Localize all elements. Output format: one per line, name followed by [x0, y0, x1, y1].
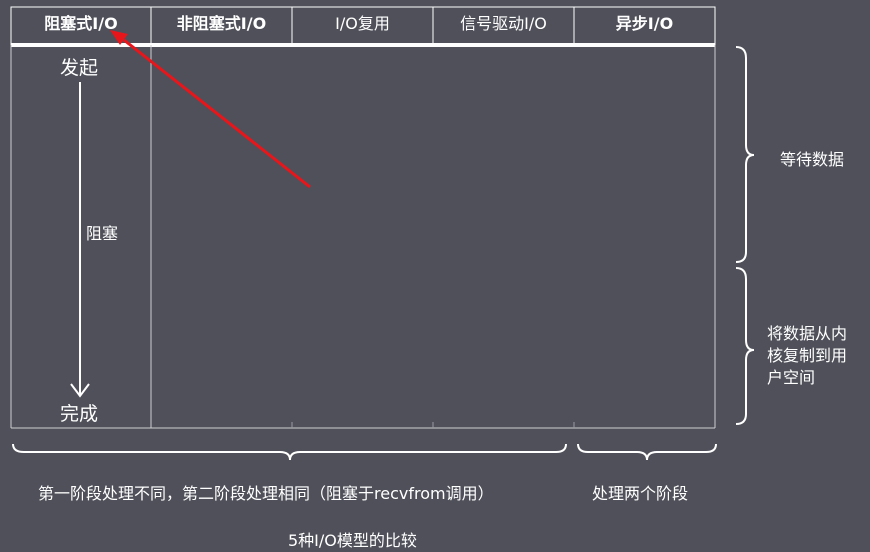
column-header-async-io: 异步I/O [615, 14, 674, 33]
diagram-caption: 5种I/O模型的比较 [288, 531, 417, 550]
column-header-io-multiplexing: I/O复用 [335, 14, 390, 33]
copy-data-label: 将数据从内 核复制到用 户空间 [767, 323, 847, 389]
wait-data-label: 等待数据 [780, 150, 845, 169]
column-header-nonblocking-io: 非阻塞式I/O [176, 14, 267, 33]
column-header-blocking-io: 阻塞式I/O [44, 14, 118, 33]
end-label: 完成 [60, 403, 99, 425]
copy-data-label-line: 核复制到用 [767, 346, 848, 365]
blocked-label: 阻塞 [86, 224, 119, 243]
column-header-signal-driven-io: 信号驱动I/O [460, 14, 547, 33]
async-column-brace [577, 443, 717, 461]
copy-data-brace [735, 267, 755, 425]
start-label: 发起 [60, 57, 99, 79]
first-four-columns-brace [12, 443, 567, 461]
wait-data-brace [735, 46, 755, 263]
async-phase-note: 处理两个阶段 [592, 484, 689, 503]
io-model-comparison-diagram: 阻塞式I/O 非阻塞式I/O I/O复用 信号驱动I/O 异步I/O 发起 阻塞… [0, 0, 870, 552]
diagram-lines [10, 6, 755, 461]
red-annotation-arrow [123, 38, 311, 189]
first-phase-note: 第一阶段处理不同，第二阶段处理相同（阻塞于recvfrom调用） [38, 484, 494, 503]
copy-data-label-line: 将数据从内 [767, 324, 848, 343]
copy-data-label-line: 户空间 [767, 368, 816, 387]
